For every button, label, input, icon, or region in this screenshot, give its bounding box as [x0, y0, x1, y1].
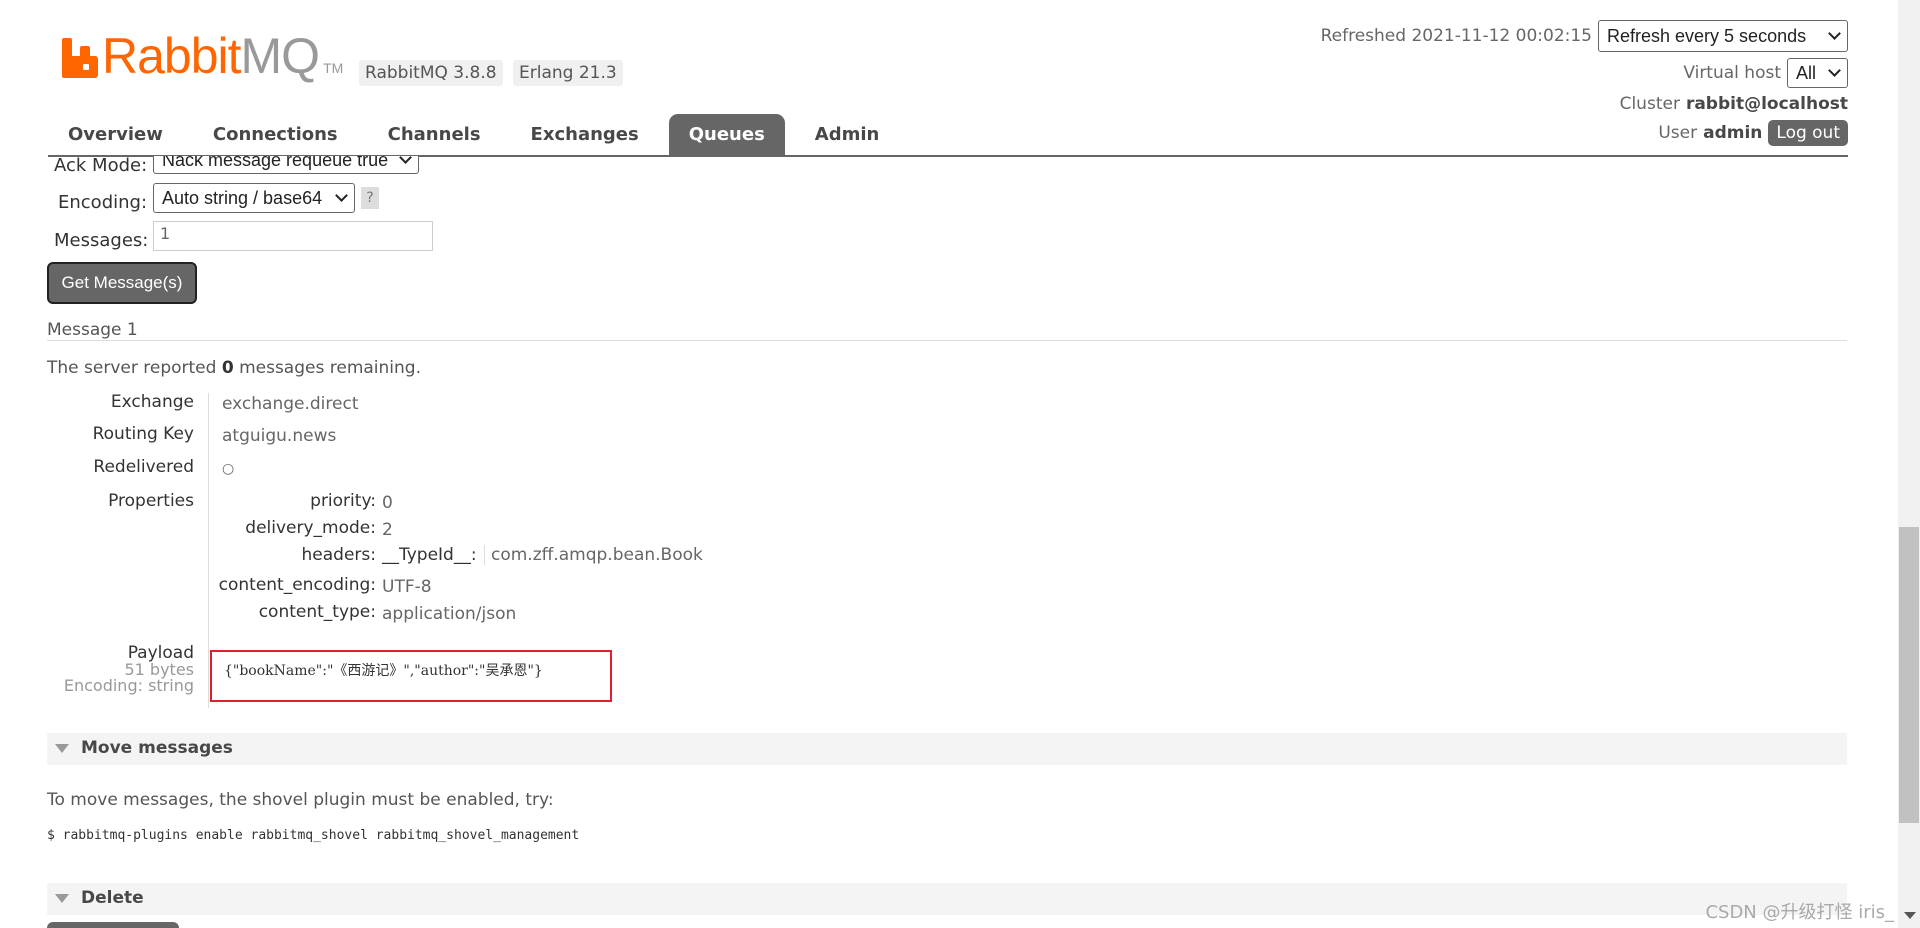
- refreshed-timestamp: Refreshed 2021-11-12 00:02:15: [1320, 26, 1592, 46]
- encoding-select[interactable]: Auto string / base64: [153, 183, 355, 213]
- tab-channels[interactable]: Channels: [368, 114, 501, 156]
- scroll-down-arrow-icon[interactable]: [1904, 912, 1916, 919]
- help-icon[interactable]: ?: [361, 187, 379, 209]
- redelivered-value: ○: [222, 461, 235, 477]
- tab-admin[interactable]: Admin: [795, 114, 900, 156]
- chevron-down-icon: [335, 189, 348, 202]
- refresh-row: Refreshed 2021-11-12 00:02:15 Refresh ev…: [1321, 20, 1848, 52]
- move-messages-text: To move messages, the shovel plugin must…: [47, 790, 554, 810]
- redelivered-key: Redelivered: [93, 457, 194, 477]
- main-nav-tabs: Overview Connections Channels Exchanges …: [48, 114, 909, 156]
- header-typeid-value: com.zff.amqp.bean.Book: [484, 545, 703, 565]
- details-divider: [208, 393, 209, 708]
- prop-headers-value: __TypeId__: com.zff.amqp.bean.Book: [382, 545, 703, 565]
- exchange-key: Exchange: [110, 392, 194, 412]
- prop-priority-key: priority:: [310, 491, 376, 511]
- remaining-count: 0: [221, 358, 234, 378]
- delete-section-header[interactable]: Delete: [47, 883, 1847, 915]
- move-messages-section-header[interactable]: Move messages: [47, 733, 1847, 765]
- cluster-label: Cluster: [1619, 94, 1680, 114]
- virtual-host-row: Virtual host All: [1683, 58, 1848, 88]
- logout-button[interactable]: Log out: [1768, 120, 1848, 146]
- encoding-value: Auto string / base64: [162, 187, 323, 208]
- prop-delivery-mode-value: 2: [382, 520, 393, 540]
- tab-queues[interactable]: Queues: [668, 114, 785, 156]
- prop-delivery-mode-key: delivery_mode:: [245, 518, 376, 538]
- virtual-host-label: Virtual host: [1683, 63, 1781, 83]
- virtual-host-value: All: [1796, 62, 1817, 83]
- payload-body: {"bookName":"《西游记》","author":"吴承恩"}: [210, 650, 612, 702]
- rabbitmq-logo[interactable]: Rabbit MQ TM: [62, 28, 344, 84]
- user-label: User: [1658, 123, 1698, 143]
- cluster-value: rabbit@localhost: [1685, 94, 1848, 114]
- logo-text-rabbit: Rabbit: [102, 28, 242, 84]
- prop-content-type-value: application/json: [382, 604, 517, 624]
- routing-key-key: Routing Key: [92, 424, 194, 444]
- delete-title: Delete: [81, 888, 144, 908]
- watermark: CSDN @升级打怪 iris_: [1705, 902, 1894, 923]
- chevron-down-icon: [1828, 27, 1841, 40]
- logo-tm: TM: [323, 60, 344, 76]
- tab-exchanges[interactable]: Exchanges: [511, 114, 659, 156]
- erlang-version-badge: Erlang 21.3: [513, 60, 623, 86]
- message-title: Message 1: [47, 320, 138, 340]
- header-typeid-key: __TypeId__:: [382, 545, 477, 565]
- message-divider: [47, 340, 1847, 341]
- shovel-command: $ rabbitmq-plugins enable rabbitmq_shove…: [47, 828, 580, 843]
- prop-content-type-key: content_type:: [258, 602, 376, 622]
- logo-text-mq: MQ: [240, 28, 321, 84]
- prop-content-encoding-value: UTF-8: [382, 577, 432, 597]
- scrollbar-thumb[interactable]: [1899, 527, 1919, 823]
- chevron-down-icon: [1828, 64, 1841, 77]
- collapse-triangle-icon: [55, 744, 69, 753]
- get-messages-button[interactable]: Get Message(s): [47, 262, 197, 304]
- refresh-interval-value: Refresh every 5 seconds: [1607, 25, 1807, 46]
- user-row: User admin Log out: [1658, 120, 1848, 146]
- refresh-interval-select[interactable]: Refresh every 5 seconds: [1598, 20, 1848, 52]
- routing-key-value: atguigu.news: [222, 426, 337, 446]
- tab-connections[interactable]: Connections: [193, 114, 358, 156]
- properties-key: Properties: [108, 491, 194, 511]
- encoding-label: Encoding:: [58, 192, 148, 213]
- messages-remaining: The server reported 0 messages remaining…: [47, 358, 421, 378]
- payload-encoding: Encoding: string: [63, 676, 194, 695]
- ack-mode-label: Ack Mode:: [54, 155, 148, 176]
- collapse-triangle-icon: [55, 894, 69, 903]
- prop-content-encoding-key: content_encoding:: [218, 575, 376, 595]
- rabbit-logo-icon: [62, 38, 98, 78]
- prop-headers-key: headers:: [301, 545, 376, 565]
- exchange-value: exchange.direct: [222, 394, 359, 414]
- delete-button-partial[interactable]: [47, 922, 179, 928]
- messages-count-input[interactable]: 1: [153, 221, 433, 251]
- tab-overview[interactable]: Overview: [48, 114, 183, 156]
- user-value: admin: [1703, 123, 1763, 143]
- rabbitmq-version-badge: RabbitMQ 3.8.8: [359, 60, 503, 86]
- remaining-suffix: messages remaining.: [239, 358, 421, 378]
- virtual-host-select[interactable]: All: [1787, 58, 1848, 88]
- messages-label: Messages:: [54, 230, 149, 251]
- cluster-row: Cluster rabbit@localhost: [1620, 92, 1848, 116]
- move-messages-title: Move messages: [81, 738, 233, 758]
- prop-priority-value: 0: [382, 493, 393, 513]
- remaining-prefix: The server reported: [47, 358, 217, 378]
